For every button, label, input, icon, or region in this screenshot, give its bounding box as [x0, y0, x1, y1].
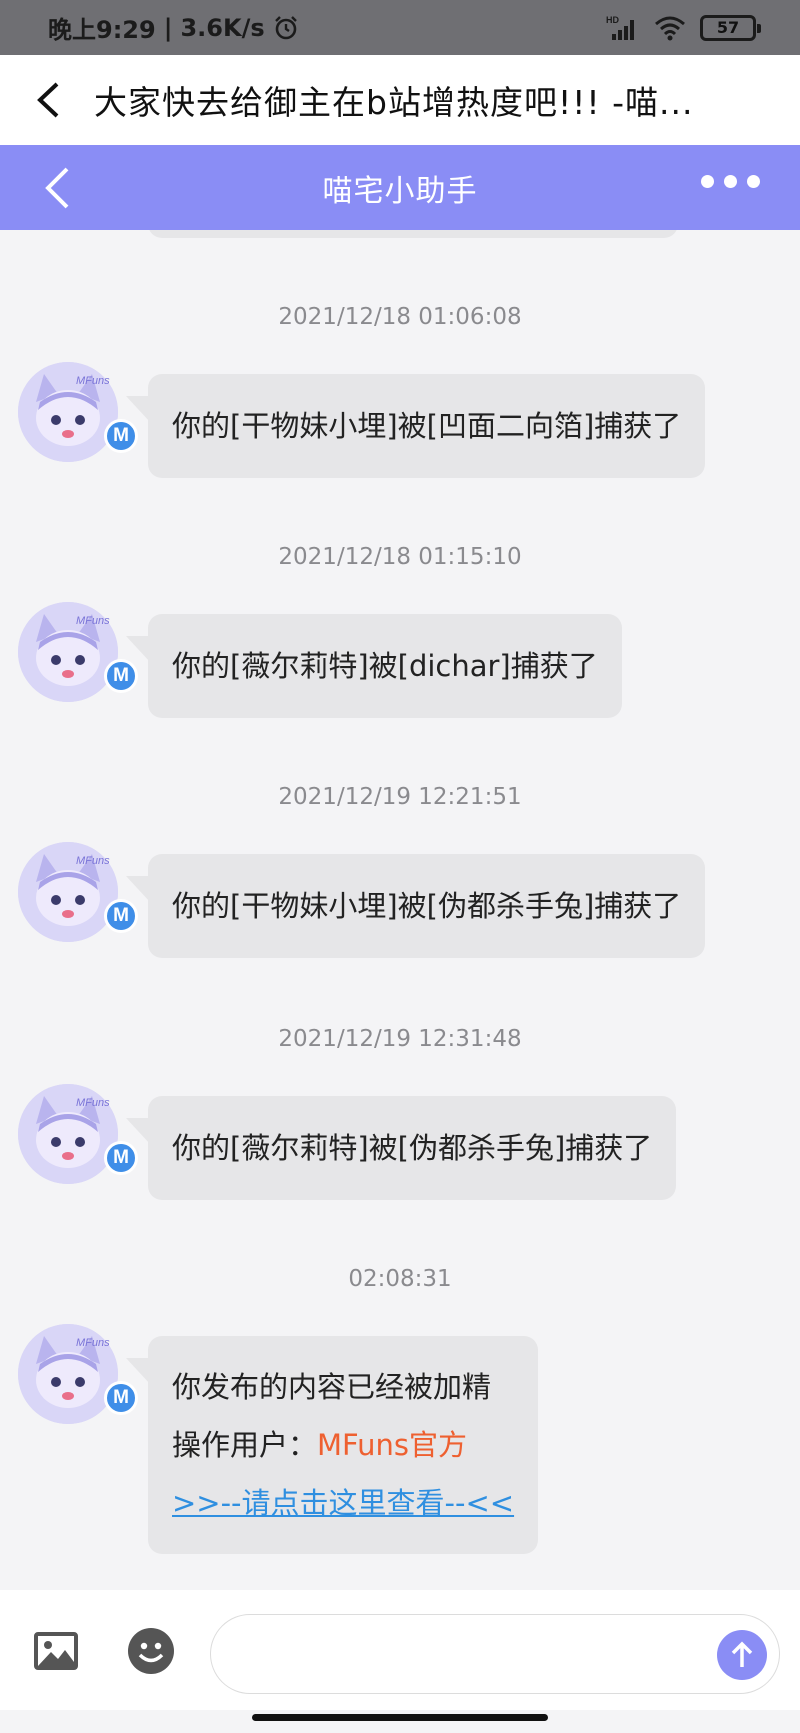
status-left: 晚上9:29 | 3.6K/s	[48, 10, 299, 45]
dot	[724, 175, 737, 188]
home-indicator[interactable]	[252, 1714, 548, 1721]
message-timestamp: 2021/12/18 01:06:08	[278, 304, 522, 330]
message-item: 2021/12/19 12:31:48 MFuns M 你的[薇尔莉特]被[伪都…	[0, 1022, 800, 1206]
avatar-caption: MFuns	[76, 615, 110, 627]
avatar[interactable]: MFuns M	[18, 1084, 138, 1184]
send-arrow-icon[interactable]	[717, 1630, 767, 1680]
svg-text:HD: HD	[606, 15, 619, 25]
dot	[747, 175, 760, 188]
avatar-mascot-icon: MFuns	[18, 842, 118, 942]
message-row: MFuns M 你的[薇尔莉特]被[伪都杀手兔]捕获了	[0, 1084, 800, 1206]
m-badge-icon: M	[104, 419, 138, 453]
avatar-mascot-icon: MFuns	[18, 1324, 118, 1424]
status-right: HD 57	[606, 14, 761, 42]
message-timestamp: 2021/12/18 01:15:10	[278, 544, 522, 570]
title-bar: 大家快去给御主在b站增热度吧!!! -喵...	[0, 55, 800, 145]
arrow-up-glyph	[731, 1641, 753, 1667]
m-badge-icon: M	[104, 899, 138, 933]
battery-icon: 57	[700, 14, 761, 41]
emoji-glyph	[138, 1642, 164, 1663]
app-title: 喵宅小助手	[322, 173, 478, 209]
status-bar: 晚上9:29 | 3.6K/s HD 57	[0, 0, 800, 55]
status-divider: |	[163, 13, 173, 42]
alarm-icon	[274, 15, 297, 39]
message-bubble[interactable]: 你的[薇尔莉特]被[伪都杀手兔]捕获了	[125, 1096, 677, 1200]
image-glyph	[38, 1641, 74, 1666]
emoji-icon[interactable]	[128, 1628, 174, 1674]
status-time: 晚上9:29	[48, 16, 156, 44]
image-icon[interactable]	[34, 1632, 78, 1670]
operator-line: 操作用户：MFuns官方	[172, 1416, 514, 1474]
avatar-caption: MFuns	[76, 1337, 110, 1349]
avatar-mascot-icon: MFuns	[18, 362, 118, 462]
avatar-caption: MFuns	[76, 855, 110, 867]
avatar-caption: MFuns	[76, 1097, 110, 1109]
chevron-left-icon	[37, 82, 59, 118]
input-bar	[0, 1590, 800, 1710]
message-row: MFuns M 你的[薇尔莉特]被[dichar]捕获了	[0, 602, 800, 724]
partial-message-bubble	[148, 230, 678, 238]
chevron-left-icon	[45, 167, 69, 209]
message-bubble[interactable]: 你的[薇尔莉特]被[dichar]捕获了	[126, 614, 622, 718]
message-input[interactable]	[210, 1614, 780, 1694]
avatar[interactable]: MFuns M	[18, 1324, 138, 1424]
avatar[interactable]: MFuns M	[18, 842, 138, 942]
message-line: 你发布的内容已经被加精	[172, 1370, 492, 1404]
message-item: 02:08:31 MFuns M 你发布的内容已经被加精 操作用户：MFuns官…	[0, 1262, 800, 1556]
chat-list[interactable]: 2021/12/18 01:06:08 MFuns M 你的[干物妹小埋]被[凹…	[0, 230, 800, 1590]
avatar-mascot-icon: MFuns	[18, 602, 118, 702]
message-bubble[interactable]: 你的[干物妹小埋]被[伪都杀手兔]捕获了	[125, 854, 706, 958]
operator-label: 操作用户：	[172, 1428, 318, 1462]
message-bubble[interactable]: 你发布的内容已经被加精 操作用户：MFuns官方 >>--请点击这里查看--<<	[125, 1336, 539, 1554]
wifi-icon	[655, 16, 685, 40]
message-item: 2021/12/18 01:06:08 MFuns M 你的[干物妹小埋]被[凹…	[0, 300, 800, 484]
message-row: MFuns M 你的[干物妹小埋]被[凹面二向箔]捕获了	[0, 362, 800, 484]
message-row: MFuns M 你的[干物妹小埋]被[伪都杀手兔]捕获了	[0, 842, 800, 964]
operator-name[interactable]: MFuns官方	[317, 1428, 467, 1462]
message-item: 2021/12/19 12:21:51 MFuns M 你的[干物妹小埋]被[伪…	[0, 780, 800, 964]
hd-signal-icon: HD	[606, 15, 634, 40]
message-timestamp: 02:08:31	[348, 1266, 452, 1292]
message-row: MFuns M 你发布的内容已经被加精 操作用户：MFuns官方 >>--请点击…	[0, 1324, 800, 1556]
avatar-caption: MFuns	[76, 375, 110, 387]
avatar[interactable]: MFuns M	[18, 602, 138, 702]
message-timestamp: 2021/12/19 12:31:48	[278, 1026, 522, 1052]
message-timestamp: 2021/12/19 12:21:51	[278, 784, 522, 810]
app-back-button[interactable]	[42, 163, 82, 213]
title-back-button[interactable]	[28, 80, 68, 120]
view-link[interactable]: >>--请点击这里查看--<<	[172, 1474, 514, 1532]
message-bubble[interactable]: 你的[干物妹小埋]被[凹面二向箔]捕获了	[125, 374, 706, 478]
status-speed: 3.6K/s	[180, 13, 265, 42]
dot	[701, 175, 714, 188]
avatar[interactable]: MFuns M	[18, 362, 138, 462]
message-item: 2021/12/18 01:15:10 MFuns M 你的[薇尔莉特]被[di…	[0, 540, 800, 724]
app-header: 喵宅小助手	[0, 145, 800, 230]
m-badge-icon: M	[104, 1381, 138, 1415]
m-badge-icon: M	[104, 1141, 138, 1175]
m-badge-icon: M	[104, 659, 138, 693]
avatar-mascot-icon: MFuns	[18, 1084, 118, 1184]
more-dots-icon[interactable]	[701, 175, 760, 188]
page-title: 大家快去给御主在b站增热度吧!!! -喵...	[94, 83, 694, 122]
